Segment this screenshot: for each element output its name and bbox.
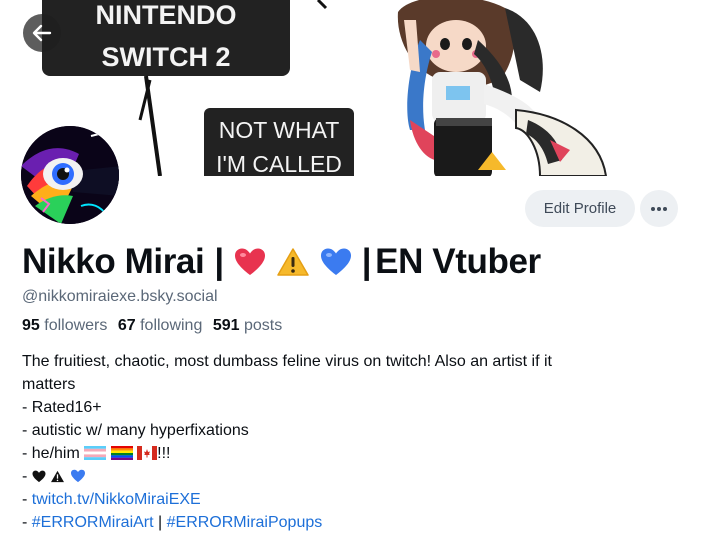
posts-label: posts: [243, 317, 283, 334]
red-heart-icon: [234, 248, 265, 275]
profile-bio: The fruitiest, chaotic, most dumbass fel…: [22, 350, 682, 534]
canada-flag-icon: [137, 446, 158, 460]
hashtag-separator: |: [153, 514, 167, 531]
avatar-image: [21, 126, 119, 224]
display-name-separator: |: [214, 242, 224, 281]
bio-line-twitch: - twitch.tv/NikkoMiraiEXE: [22, 491, 201, 508]
banner-sign-bottom-line2: I'M CALLED: [216, 151, 342, 176]
ellipsis-icon: [651, 206, 667, 211]
more-options-button[interactable]: [640, 190, 678, 227]
bio-line: matters: [22, 376, 76, 393]
bio-pronouns-text: - he/him: [22, 445, 80, 462]
following-stat[interactable]: 67 following: [118, 317, 203, 334]
rainbow-flag-icon: [110, 446, 133, 460]
display-name-text: Nikko Mirai: [22, 242, 205, 281]
twitch-link[interactable]: twitch.tv/NikkoMiraiEXE: [32, 491, 201, 508]
back-button[interactable]: [23, 14, 61, 52]
bio-line: The fruitiest, chaotic, most dumbass fel…: [22, 353, 552, 370]
following-count: 67: [117, 317, 136, 334]
posts-count: 591: [212, 317, 240, 334]
bio-line-symbols: -: [22, 465, 682, 488]
hashtag-errormiraiart[interactable]: #ERRORMiraiArt: [32, 514, 154, 531]
following-label: following: [140, 317, 203, 334]
banner-sign-top-line2: SWITCH 2: [101, 42, 230, 72]
display-name: Nikko Mirai | | EN Vtuber: [22, 240, 541, 284]
arrow-left-icon: [32, 24, 52, 42]
handle: @nikkomiraiexe.bsky.social: [22, 288, 218, 305]
posts-stat: 591 posts: [213, 317, 282, 334]
display-name-tag: EN Vtuber: [375, 242, 541, 281]
trans-flag-icon: [84, 446, 107, 460]
banner-sign-bottom-line1: NOT WHAT: [219, 117, 340, 143]
edit-profile-button[interactable]: Edit Profile: [525, 190, 635, 227]
bio-line: - autistic w/ many hyperfixations: [22, 422, 249, 439]
bio-line: - Rated16+: [22, 399, 102, 416]
warning-icon: [276, 248, 309, 276]
display-name-separator-2: |: [361, 242, 372, 281]
blue-heart-small-icon: [70, 469, 85, 483]
black-warning-icon: [51, 470, 65, 483]
followers-stat[interactable]: 95 followers: [22, 317, 107, 334]
banner-character: [397, 0, 608, 176]
bio-pronouns-suffix: !!!: [157, 445, 171, 462]
banner-sign-top-line1: NINTENDO: [96, 0, 237, 30]
followers-label: followers: [44, 317, 108, 334]
bio-line-pronouns: - he/him !!!: [22, 442, 682, 465]
bio-line-hashtags: - #ERRORMiraiArt | #ERRORMiraiPopups: [22, 514, 323, 531]
blue-heart-icon: [320, 248, 351, 275]
followers-count: 95: [22, 317, 40, 334]
black-heart-icon: [32, 470, 46, 483]
profile-stats: 95 followers 67 following 591 posts: [22, 317, 288, 335]
avatar[interactable]: [18, 123, 122, 227]
hashtag-errormiraipopups[interactable]: #ERRORMiraiPopups: [167, 514, 323, 531]
